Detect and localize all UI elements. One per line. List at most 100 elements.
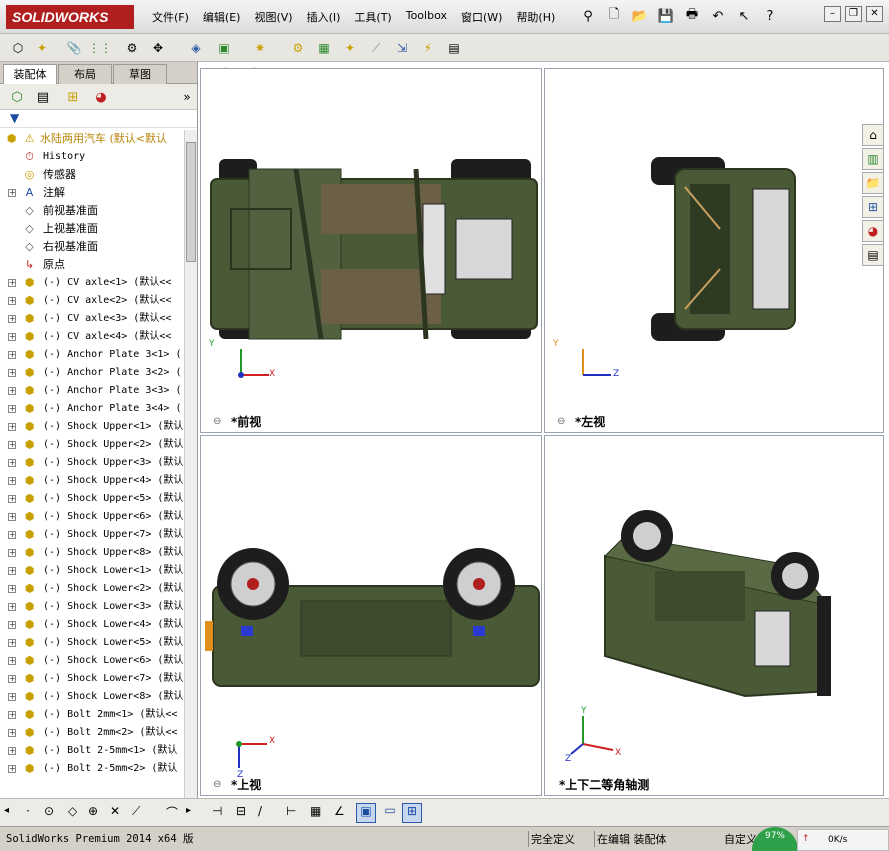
polygon-icon[interactable]: ◇: [68, 804, 77, 818]
expand-icon[interactable]: +: [8, 747, 16, 755]
expand-icon[interactable]: +: [8, 639, 16, 647]
tree-item[interactable]: ◇ 右视基准面: [0, 238, 184, 256]
menu-item-2[interactable]: 视图(V): [254, 9, 292, 25]
target-icon[interactable]: ⊕: [88, 804, 98, 818]
tree-item[interactable]: ◇ 上视基准面: [0, 220, 184, 238]
menu-item-0[interactable]: 文件(F): [152, 9, 189, 25]
mirror-icon[interactable]: ⊣: [212, 804, 222, 818]
expand-icon[interactable]: +: [8, 657, 16, 665]
expand-panel-icon[interactable]: »: [176, 87, 198, 107]
expand-icon[interactable]: +: [8, 279, 16, 287]
tree-item[interactable]: + ⬢ (-) Anchor Plate 3<4> (: [0, 400, 184, 418]
expand-icon[interactable]: +: [8, 567, 16, 575]
expand-icon[interactable]: +: [8, 765, 16, 773]
design-library-icon[interactable]: ▥: [862, 148, 884, 170]
tree-item[interactable]: + ⬢ (-) Shock Upper<3> (默认: [0, 454, 184, 472]
tree-item[interactable]: + ⬢ (-) Shock Upper<5> (默认: [0, 490, 184, 508]
tree-item[interactable]: + ⬢ (-) CV axle<2> (默认<<: [0, 292, 184, 310]
expand-icon[interactable]: +: [8, 513, 16, 521]
reference-geometry-icon[interactable]: ✷: [250, 38, 270, 58]
filter-icon[interactable]: ▼: [10, 111, 19, 125]
view-palette-icon[interactable]: ⊞: [862, 196, 884, 218]
undo-icon[interactable]: ↶: [707, 6, 729, 26]
expand-icon[interactable]: +: [8, 675, 16, 683]
update-speedpak-icon[interactable]: ⚡: [418, 38, 438, 58]
expand-icon[interactable]: +: [8, 459, 16, 467]
expand-icon[interactable]: +: [8, 441, 16, 449]
expand-icon[interactable]: +: [8, 315, 16, 323]
insert-component-icon[interactable]: ⬡: [8, 38, 28, 58]
property-manager-icon[interactable]: ▤: [32, 87, 54, 107]
single-viewport-icon[interactable]: ▭: [380, 803, 400, 823]
expand-icon[interactable]: +: [8, 495, 16, 503]
four-viewport-icon[interactable]: ⊞: [402, 803, 422, 823]
configuration-manager-icon[interactable]: ⊞: [62, 87, 84, 107]
menu-item-6[interactable]: 窗口(W): [461, 9, 502, 25]
expand-icon[interactable]: +: [8, 549, 16, 557]
instant3d-icon[interactable]: ⇲: [392, 38, 412, 58]
tree-item[interactable]: + ⬢ (-) Bolt 2-5mm<1> (默认: [0, 742, 184, 760]
tree-item[interactable]: + ⬢ (-) Anchor Plate 3<3> (: [0, 382, 184, 400]
minimize-icon[interactable]: –: [824, 6, 841, 22]
print-icon[interactable]: 🖶: [681, 6, 703, 26]
menu-item-1[interactable]: 编辑(E): [203, 9, 241, 25]
restore-icon[interactable]: ❐: [845, 6, 862, 22]
exploded-view-icon[interactable]: ✦: [340, 38, 360, 58]
expand-icon[interactable]: +: [8, 387, 16, 395]
expand-icon[interactable]: +: [8, 711, 16, 719]
tree-root[interactable]: ⬢ ⚠ 水陆两用汽车 (默认<默认: [0, 130, 184, 148]
expand-icon[interactable]: +: [8, 405, 16, 413]
tree-item[interactable]: + ⬢ (-) Shock Lower<8> (默认: [0, 688, 184, 706]
tree-item[interactable]: + ⬢ (-) CV axle<1> (默认<<: [0, 274, 184, 292]
offset-icon[interactable]: ⊟: [236, 804, 246, 818]
expand-icon[interactable]: +: [8, 621, 16, 629]
pin-icon[interactable]: ⚲: [577, 6, 599, 26]
snapshot-icon[interactable]: ▤: [444, 38, 464, 58]
tree-item[interactable]: + ⬢ (-) CV axle<4> (默认<<: [0, 328, 184, 346]
expand-icon[interactable]: +: [8, 333, 16, 341]
tree-item[interactable]: + A 注解: [0, 184, 184, 202]
cpu-badge[interactable]: 97%: [752, 827, 798, 851]
circle-icon[interactable]: ⊙: [44, 804, 54, 818]
tree-item[interactable]: ⏱ History: [0, 148, 184, 166]
tree-item[interactable]: ◇ 前视基准面: [0, 202, 184, 220]
save-icon[interactable]: 💾: [655, 6, 677, 26]
solidworks-logo[interactable]: SOLIDWORKS: [6, 5, 134, 29]
tree-item[interactable]: ◎ 传感器: [0, 166, 184, 184]
display-manager-icon[interactable]: ◕: [90, 87, 112, 107]
menu-item-4[interactable]: 工具(T): [354, 9, 391, 25]
viewport-left[interactable]: Y Z ⊖ *左视: [544, 68, 884, 433]
expand-icon[interactable]: +: [8, 531, 16, 539]
assembly-features-icon[interactable]: ▣: [214, 38, 234, 58]
tree-item[interactable]: + ⬢ (-) Shock Lower<6> (默认: [0, 652, 184, 670]
tree-item[interactable]: + ⬢ (-) Bolt 2mm<1> (默认<<: [0, 706, 184, 724]
help-question-icon[interactable]: ?: [759, 6, 781, 26]
expand-icon[interactable]: +: [8, 369, 16, 377]
expand-icon[interactable]: +: [8, 693, 16, 701]
show-hidden-icon[interactable]: ◈: [186, 38, 206, 58]
dimension-icon[interactable]: ⊢: [286, 804, 296, 818]
tree-item[interactable]: + ⬢ (-) Shock Lower<3> (默认: [0, 598, 184, 616]
file-explorer-icon[interactable]: 📁: [862, 172, 884, 194]
tree-item[interactable]: + ⬢ (-) Shock Upper<4> (默认: [0, 472, 184, 490]
open-folder-icon[interactable]: 📂: [629, 6, 651, 26]
mate-icon[interactable]: ✦: [32, 38, 52, 58]
expand-icon[interactable]: +: [8, 477, 16, 485]
bill-of-materials-icon[interactable]: ▦: [314, 38, 334, 58]
angle-icon[interactable]: ∠: [334, 804, 345, 818]
scroll-left-icon[interactable]: ◂: [4, 805, 9, 816]
tree-item[interactable]: + ⬢ (-) Shock Lower<5> (默认: [0, 634, 184, 652]
cross-icon[interactable]: ✕: [110, 804, 120, 818]
pattern-icon[interactable]: ⋮⋮: [88, 38, 112, 58]
tree-item[interactable]: + ⬢ (-) Bolt 2mm<2> (默认<<: [0, 724, 184, 742]
tree-item[interactable]: + ⬢ (-) Anchor Plate 3<1> (: [0, 346, 184, 364]
tree-item[interactable]: + ⬢ (-) Shock Upper<6> (默认: [0, 508, 184, 526]
expand-icon[interactable]: +: [8, 351, 16, 359]
new-motion-study-icon[interactable]: ⚙: [288, 38, 308, 58]
point-icon[interactable]: ·: [26, 804, 30, 818]
paperclip-icon[interactable]: 📎: [64, 38, 84, 58]
tree-scrollbar[interactable]: [184, 130, 197, 798]
scroll-right-icon[interactable]: ▸: [186, 805, 191, 816]
custom-properties-icon[interactable]: ▤: [862, 244, 884, 266]
explode-line-icon[interactable]: ⟋: [366, 38, 386, 58]
